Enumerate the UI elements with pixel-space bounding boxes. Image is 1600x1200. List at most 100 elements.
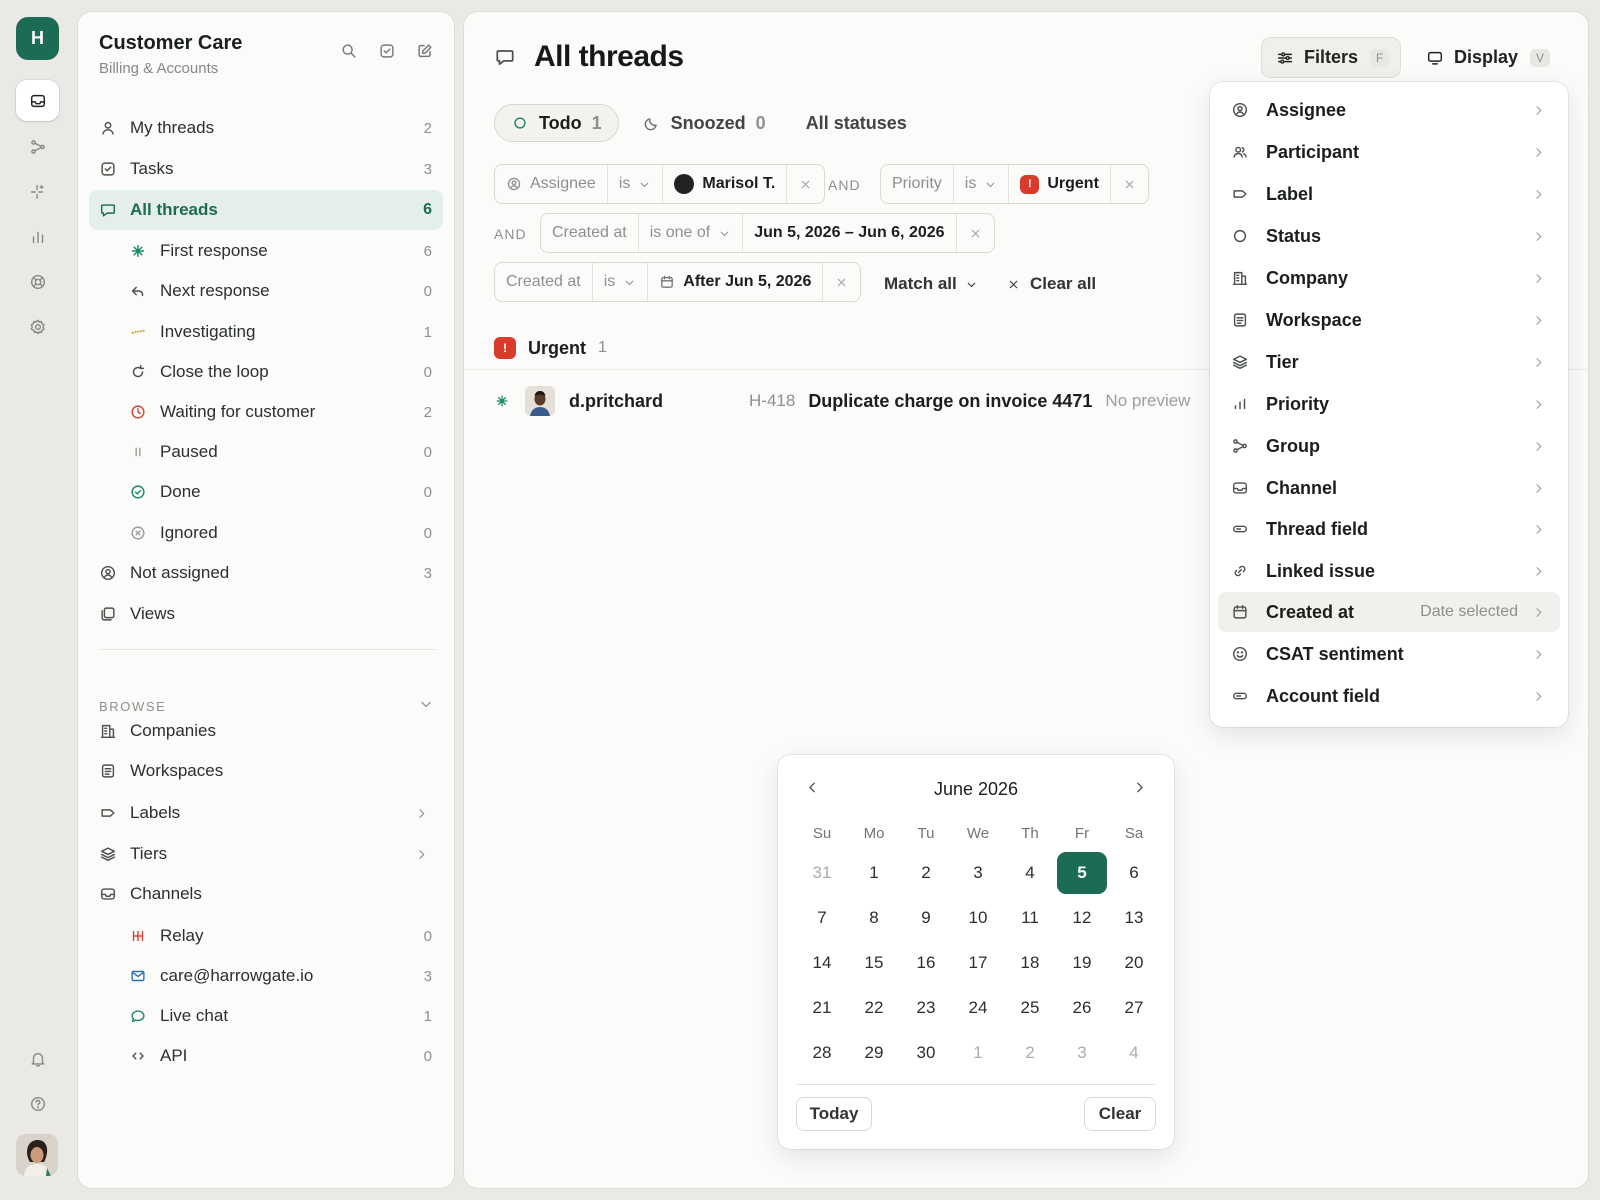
help-center-icon[interactable] [16, 261, 59, 302]
filter-operator[interactable]: is [954, 165, 1010, 203]
remove-filter-x-icon[interactable] [1111, 165, 1148, 203]
calendar-day[interactable]: 4 [1005, 852, 1055, 894]
calendar-day[interactable]: 8 [849, 897, 899, 939]
nav-companies[interactable]: Companies [89, 711, 443, 751]
nav-investigating[interactable]: Investigating 1 [89, 312, 443, 352]
menu-item-linked-issue[interactable]: Linked issue [1218, 551, 1560, 591]
calendar-day[interactable]: 2 [1005, 1032, 1055, 1074]
menu-item-created-at[interactable]: Created at Date selected [1218, 592, 1560, 632]
menu-item-assignee[interactable]: Assignee [1218, 90, 1560, 130]
remove-filter-x-icon[interactable] [787, 165, 824, 203]
tasks-check-icon[interactable] [378, 42, 396, 60]
calendar-day[interactable]: 28 [797, 1032, 847, 1074]
compose-icon[interactable] [416, 42, 434, 60]
tab-todo[interactable]: Todo 1 [494, 104, 619, 142]
menu-item-company[interactable]: Company [1218, 258, 1560, 298]
filters-button[interactable]: Filters F [1262, 38, 1400, 77]
filter-value[interactable]: After Jun 5, 2026 [648, 263, 824, 301]
inbox-icon[interactable] [16, 80, 59, 121]
display-button[interactable]: Display V [1422, 38, 1556, 77]
menu-item-channel[interactable]: Channel [1218, 468, 1560, 508]
filter-operator[interactable]: is [593, 263, 649, 301]
tab-all-statuses[interactable]: All statuses [790, 104, 923, 142]
calendar-day[interactable]: 20 [1109, 942, 1159, 984]
calendar-day[interactable]: 3 [953, 852, 1003, 894]
calendar-day-selected[interactable]: 5 [1057, 852, 1107, 894]
calendar-day[interactable]: 22 [849, 987, 899, 1029]
filter-field[interactable]: Priority [881, 165, 954, 203]
calendar-day[interactable]: 30 [901, 1032, 951, 1074]
nav-next-response[interactable]: Next response 0 [89, 271, 443, 311]
calendar-day[interactable]: 2 [901, 852, 951, 894]
nav-ignored[interactable]: Ignored 0 [89, 513, 443, 553]
search-icon[interactable] [340, 42, 358, 60]
nav-paused[interactable]: Paused 0 [89, 432, 443, 472]
menu-item-group[interactable]: Group [1218, 426, 1560, 466]
calendar-day[interactable]: 24 [953, 987, 1003, 1029]
calendar-day[interactable]: 4 [1109, 1032, 1159, 1074]
calendar-day[interactable]: 1 [849, 852, 899, 894]
calendar-day[interactable]: 3 [1057, 1032, 1107, 1074]
nav-done[interactable]: Done 0 [89, 472, 443, 512]
filter-field[interactable]: Created at [541, 214, 639, 252]
ai-sparkle-icon[interactable] [16, 171, 59, 212]
nav-my-threads[interactable]: My threads 2 [89, 108, 443, 148]
nav-channel-live-chat[interactable]: Live chat 1 [89, 996, 443, 1036]
filter-chip-priority[interactable]: Priority is ! Urgent [880, 164, 1149, 204]
filter-value[interactable]: Marisol T. [663, 165, 788, 203]
calendar-day[interactable]: 11 [1005, 897, 1055, 939]
clear-date-button[interactable]: Clear [1084, 1097, 1156, 1131]
chevron-down-icon[interactable] [418, 696, 434, 712]
nav-workspaces[interactable]: Workspaces [89, 751, 443, 791]
calendar-day[interactable]: 16 [901, 942, 951, 984]
filter-value[interactable]: ! Urgent [1009, 165, 1111, 203]
calendar-day[interactable]: 17 [953, 942, 1003, 984]
nav-labels[interactable]: Labels [89, 793, 443, 833]
calendar-day[interactable]: 15 [849, 942, 899, 984]
nav-not-assigned[interactable]: Not assigned 3 [89, 553, 443, 593]
filter-value[interactable]: Jun 5, 2026 – Jun 6, 2026 [743, 214, 957, 252]
nav-first-response[interactable]: First response 6 [89, 231, 443, 271]
filter-field[interactable]: Created at [495, 263, 593, 301]
menu-item-participant[interactable]: Participant [1218, 132, 1560, 172]
menu-item-account-field[interactable]: Account field [1218, 676, 1560, 716]
calendar-day[interactable]: 9 [901, 897, 951, 939]
calendar-day[interactable]: 6 [1109, 852, 1159, 894]
calendar-day[interactable]: 27 [1109, 987, 1159, 1029]
calendar-day[interactable]: 18 [1005, 942, 1055, 984]
menu-item-csat-sentiment[interactable]: CSAT sentiment [1218, 634, 1560, 674]
remove-filter-x-icon[interactable] [957, 214, 994, 252]
help-question-icon[interactable] [16, 1083, 59, 1124]
filter-chip-assignee[interactable]: Assignee is Marisol T. [494, 164, 826, 204]
clear-all-button[interactable]: Clear all [1007, 274, 1096, 294]
remove-filter-x-icon[interactable] [823, 263, 860, 301]
filter-chip-created-after[interactable]: Created at is After Jun 5, 2026 [494, 262, 862, 302]
match-all-dropdown[interactable]: Match all [884, 274, 978, 294]
menu-item-status[interactable]: Status [1218, 216, 1560, 256]
menu-item-tier[interactable]: Tier [1218, 342, 1560, 382]
nav-tiers[interactable]: Tiers [89, 834, 443, 874]
menu-item-priority[interactable]: Priority [1218, 384, 1560, 424]
nav-channel-email[interactable]: care@harrowgate.io 3 [89, 956, 443, 996]
calendar-day[interactable]: 19 [1057, 942, 1107, 984]
filter-operator[interactable]: is one of [639, 214, 744, 252]
user-avatar[interactable] [16, 1134, 58, 1176]
calendar-day[interactable]: 29 [849, 1032, 899, 1074]
calendar-day[interactable]: 14 [797, 942, 847, 984]
calendar-day[interactable]: 25 [1005, 987, 1055, 1029]
nav-views[interactable]: Views [89, 594, 443, 634]
calendar-day[interactable]: 7 [797, 897, 847, 939]
nav-channel-relay[interactable]: Relay 0 [89, 916, 443, 956]
filter-field[interactable]: Assignee [495, 165, 608, 203]
calendar-day[interactable]: 31 [797, 852, 847, 894]
calendar-day[interactable]: 26 [1057, 987, 1107, 1029]
calendar-day[interactable]: 21 [797, 987, 847, 1029]
nav-channels[interactable]: Channels [89, 874, 443, 914]
menu-item-label[interactable]: Label [1218, 174, 1560, 214]
workflows-icon[interactable] [16, 126, 59, 167]
filter-operator[interactable]: is [608, 165, 664, 203]
tab-snoozed[interactable]: Snoozed 0 [627, 104, 782, 142]
nav-all-threads[interactable]: All threads 6 [89, 190, 443, 230]
nav-close-the-loop[interactable]: Close the loop 0 [89, 352, 443, 392]
menu-item-thread-field[interactable]: Thread field [1218, 509, 1560, 549]
